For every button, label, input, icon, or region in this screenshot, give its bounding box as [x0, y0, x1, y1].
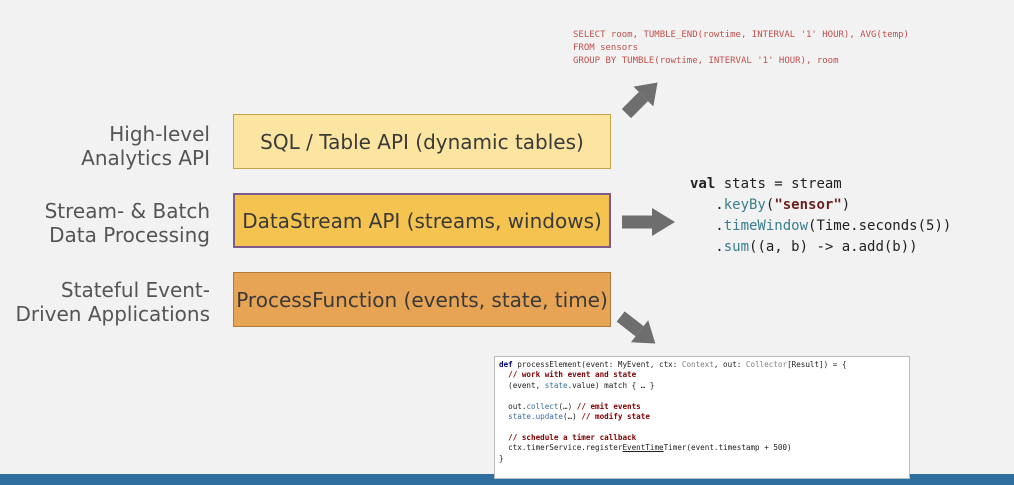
processfunction-code-panel: def processElement(event: MyEvent, ctx: …: [494, 356, 910, 479]
arrow-to-sql: [621, 82, 658, 119]
processfunction-code-snippet: def processElement(event: MyEvent, ctx: …: [499, 360, 847, 463]
arrow-to-scala: [622, 208, 675, 236]
arrow-to-java: [616, 311, 656, 344]
